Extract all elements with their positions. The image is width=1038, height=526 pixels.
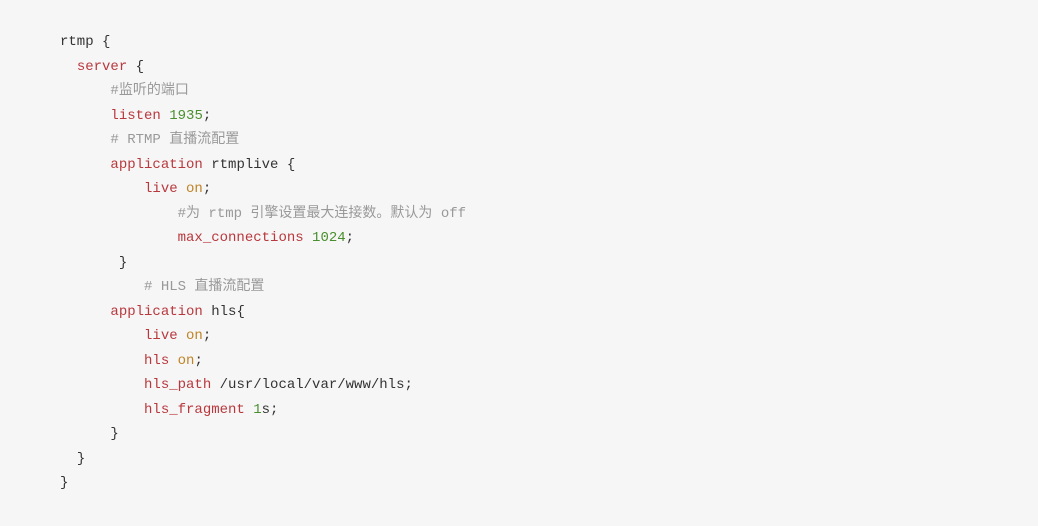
code-line: listen 1935; (60, 108, 211, 124)
comment: # RTMP 直播流配置 (110, 132, 239, 148)
code-line: hls_path /usr/local/var/www/hls; (60, 377, 413, 393)
code-line: application rtmplive { (60, 157, 295, 173)
code-line: } (60, 426, 119, 442)
code-line: } (60, 255, 127, 271)
code-line: # HLS 直播流配置 (60, 279, 264, 295)
comment: #为 rtmp 引擎设置最大连接数。默认为 off (178, 206, 466, 222)
code-line: server { (60, 59, 144, 75)
code-line: #监听的端口 (60, 83, 189, 99)
code-line: live on; (60, 328, 211, 344)
code-line: # RTMP 直播流配置 (60, 132, 239, 148)
code-line: max_connections 1024; (60, 230, 354, 246)
code-line: live on; (60, 181, 211, 197)
code-line: rtmp { (60, 34, 110, 50)
code-line: } (60, 451, 85, 467)
code-line: hls on; (60, 353, 203, 369)
code-line: hls_fragment 1s; (60, 402, 278, 418)
comment: #监听的端口 (110, 83, 188, 99)
code-line: #为 rtmp 引擎设置最大连接数。默认为 off (60, 206, 466, 222)
code-line: } (60, 475, 68, 491)
code-line: application hls{ (60, 304, 245, 320)
code-block: rtmp { server { #监听的端口 listen 1935; # RT… (60, 30, 978, 496)
comment: # HLS 直播流配置 (144, 279, 264, 295)
